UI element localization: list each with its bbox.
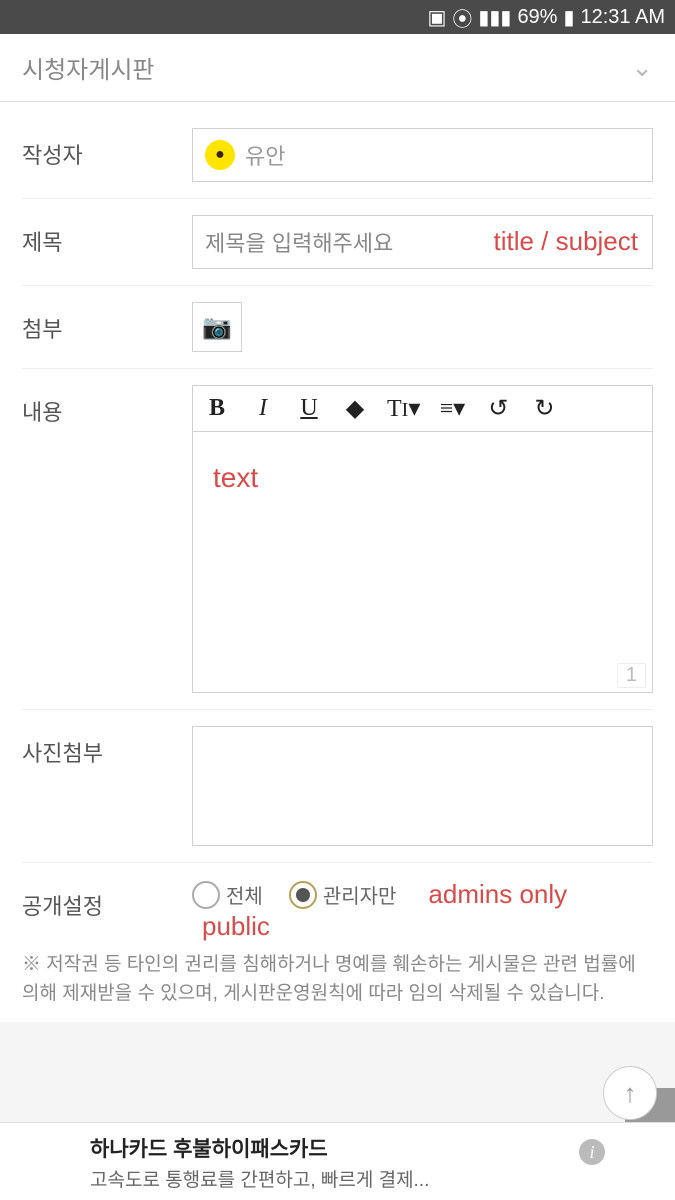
editor-body[interactable]: text 1 [193,432,652,692]
public-annotation: public [202,911,270,942]
color-button[interactable]: ◆ [341,394,369,423]
subject-row: 제목 제목을 입력해주세요 title / subject [22,198,653,285]
italic-button[interactable]: I [249,395,277,422]
subject-placeholder: 제목을 입력해주세요 [205,226,393,258]
attach-camera-button[interactable]: 📷 [192,302,242,352]
redo-button[interactable]: ↻ [530,394,558,423]
content-row: 내용 B I U ◆ TI▾ ≡▾ ↺ ↻ text 1 [22,368,653,709]
undo-button[interactable]: ↺ [484,394,512,423]
visibility-radios: 전체 관리자만 admins only public [192,879,653,910]
page-count: 1 [617,663,646,688]
subject-label: 제목 [22,215,192,257]
kakao-icon [205,140,235,170]
rich-editor: B I U ◆ TI▾ ≡▾ ↺ ↻ text 1 [192,385,653,693]
underline-button[interactable]: U [295,395,323,422]
radio-icon [289,881,317,909]
battery-saver-icon: ▣ [428,5,447,30]
signal-icon: ▮▮▮ [478,5,511,30]
author-field[interactable]: 유안 [192,128,653,182]
admins-annotation: admins only [428,879,567,910]
photo-label: 사진첨부 [22,726,192,768]
author-name: 유안 [245,139,285,171]
wifi-icon: ⦿ [452,3,472,32]
radio-public[interactable]: 전체 [192,880,263,909]
fontsize-button[interactable]: TI▾ [387,394,420,423]
radio-admins[interactable]: 관리자만 [289,880,397,909]
subject-input[interactable]: 제목을 입력해주세요 title / subject [192,215,653,269]
visibility-label: 공개설정 [22,879,192,921]
ad-subtitle: 고속도로 통행료를 간편하고, 빠르게 결제... [90,1165,585,1192]
radio-public-label: 전체 [226,880,263,909]
battery-pct: 69% [517,6,557,29]
post-form: 작성자 유안 제목 제목을 입력해주세요 title / subject 첨부 … [0,102,675,937]
radio-icon [192,881,220,909]
page-header[interactable]: 시청자게시판 ⌄ [0,34,675,102]
editor-toolbar: B I U ◆ TI▾ ≡▾ ↺ ↻ [193,386,652,432]
attach-label: 첨부 [22,302,192,344]
visibility-row: 공개설정 전체 관리자만 admins only public [22,862,653,937]
bold-button[interactable]: B [203,395,231,422]
camera-icon: 📷 [202,313,232,342]
photo-attach-box[interactable] [192,726,653,846]
ad-info-icon[interactable]: i [579,1139,605,1165]
clock: 12:31 AM [580,6,665,29]
ad-banner[interactable]: 하나카드 후불하이패스카드 고속도로 통행료를 간편하고, 빠르게 결제... … [0,1122,675,1200]
attach-row: 첨부 📷 [22,285,653,368]
scroll-top-button[interactable]: ↑ [603,1066,657,1120]
author-label: 작성자 [22,128,192,170]
align-button[interactable]: ≡▾ [438,394,466,423]
arrow-up-icon: ↑ [624,1078,637,1109]
content-annotation: text [213,462,258,493]
ad-title: 하나카드 후불하이패스카드 [90,1133,585,1163]
subject-annotation: title / subject [493,226,638,257]
legal-notice: 저작권 등 타인의 권리를 침해하거나 명예를 훼손하는 게시물은 관련 법률에… [0,937,675,1022]
content-label: 내용 [22,385,192,427]
chevron-down-icon: ⌄ [631,52,653,83]
battery-icon: ▮ [563,5,574,30]
page-title: 시청자게시판 [22,50,154,85]
status-bar: ▣ ⦿ ▮▮▮ 69% ▮ 12:31 AM [0,0,675,34]
photo-row: 사진첨부 [22,709,653,862]
radio-admins-label: 관리자만 [323,880,397,909]
author-row: 작성자 유안 [22,112,653,198]
